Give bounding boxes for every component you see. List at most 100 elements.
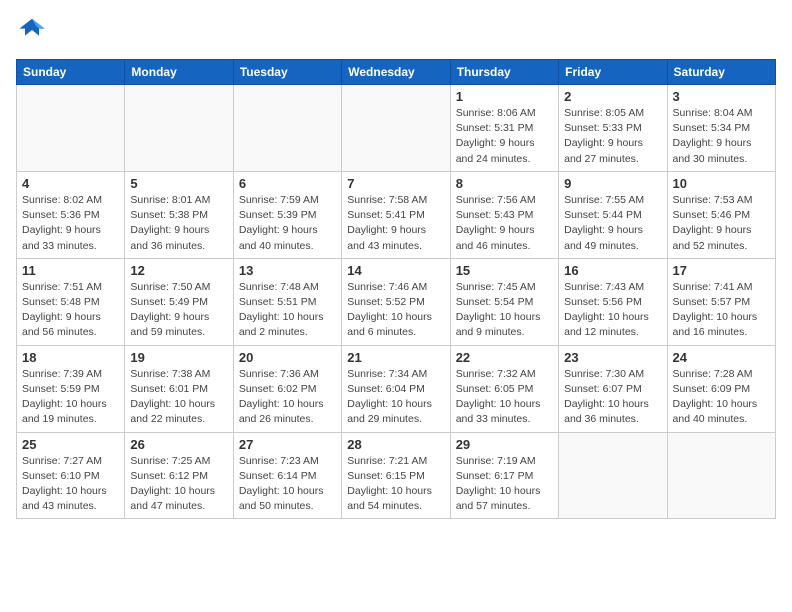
calendar-table: SundayMondayTuesdayWednesdayThursdayFrid…: [16, 59, 776, 519]
calendar-cell: 9Sunrise: 7:55 AMSunset: 5:44 PMDaylight…: [559, 171, 667, 258]
page-header: [16, 16, 776, 49]
day-number: 21: [347, 350, 444, 365]
day-info: Sunrise: 8:02 AMSunset: 5:36 PMDaylight:…: [22, 193, 119, 254]
day-info: Sunrise: 7:32 AMSunset: 6:05 PMDaylight:…: [456, 367, 553, 428]
weekday-header-row: SundayMondayTuesdayWednesdayThursdayFrid…: [17, 60, 776, 85]
day-info: Sunrise: 7:27 AMSunset: 6:10 PMDaylight:…: [22, 454, 119, 515]
calendar-cell: 12 Sunrise: 7:50 AMSunset: 5:49 PMDayligh…: [125, 258, 233, 345]
day-number: 17: [673, 263, 770, 278]
week-row-2: 4Sunrise: 8:02 AMSunset: 5:36 PMDaylight…: [17, 171, 776, 258]
calendar-cell: [559, 432, 667, 519]
calendar-cell: 24 Sunrise: 7:28 AMSunset: 6:09 PMDayligh…: [667, 345, 775, 432]
day-info: Sunrise: 8:06 AMSunset: 5:31 PMDaylight:…: [456, 106, 553, 167]
day-number: 5: [130, 176, 227, 191]
day-number: 29: [456, 437, 553, 452]
day-number: 11: [22, 263, 119, 278]
calendar-body: 1Sunrise: 8:06 AMSunset: 5:31 PMDaylight…: [17, 85, 776, 519]
day-info: Sunrise: 7:41 AMSunset: 5:57 PMDaylight:…: [673, 280, 770, 341]
calendar-cell: 5 Sunrise: 8:01 AMSunset: 5:38 PMDaylight…: [125, 171, 233, 258]
calendar-cell: 17 Sunrise: 7:41 AMSunset: 5:57 PMDayligh…: [667, 258, 775, 345]
day-number: 18: [22, 350, 119, 365]
day-info: Sunrise: 7:50 AMSunset: 5:49 PMDaylight:…: [130, 280, 227, 341]
calendar-cell: [233, 85, 341, 172]
day-info: Sunrise: 7:56 AMSunset: 5:43 PMDaylight:…: [456, 193, 553, 254]
day-info: Sunrise: 7:28 AMSunset: 6:09 PMDaylight:…: [673, 367, 770, 428]
day-number: 20: [239, 350, 336, 365]
day-number: 24: [673, 350, 770, 365]
day-number: 25: [22, 437, 119, 452]
calendar-cell: 22 Sunrise: 7:32 AMSunset: 6:05 PMDayligh…: [450, 345, 558, 432]
calendar-cell: [17, 85, 125, 172]
calendar-cell: 8 Sunrise: 7:56 AMSunset: 5:43 PMDaylight…: [450, 171, 558, 258]
day-number: 27: [239, 437, 336, 452]
day-info: Sunrise: 8:05 AMSunset: 5:33 PMDaylight:…: [564, 106, 661, 167]
day-info: Sunrise: 8:01 AMSunset: 5:38 PMDaylight:…: [130, 193, 227, 254]
calendar-cell: 19Sunrise: 7:38 AMSunset: 6:01 PMDayligh…: [125, 345, 233, 432]
day-info: Sunrise: 7:19 AMSunset: 6:17 PMDaylight:…: [456, 454, 553, 515]
calendar-cell: 20 Sunrise: 7:36 AMSunset: 6:02 PMDayligh…: [233, 345, 341, 432]
calendar-cell: 3 Sunrise: 8:04 AMSunset: 5:34 PMDaylight…: [667, 85, 775, 172]
calendar-cell: 27Sunrise: 7:23 AMSunset: 6:14 PMDayligh…: [233, 432, 341, 519]
day-number: 10: [673, 176, 770, 191]
day-info: Sunrise: 7:45 AMSunset: 5:54 PMDaylight:…: [456, 280, 553, 341]
day-info: Sunrise: 7:21 AMSunset: 6:15 PMDaylight:…: [347, 454, 444, 515]
day-info: Sunrise: 7:25 AMSunset: 6:12 PMDaylight:…: [130, 454, 227, 515]
week-row-3: 11 Sunrise: 7:51 AMSunset: 5:48 PMDayligh…: [17, 258, 776, 345]
weekday-header-monday: Monday: [125, 60, 233, 85]
calendar-cell: 6 Sunrise: 7:59 AMSunset: 5:39 PMDaylight…: [233, 171, 341, 258]
day-info: Sunrise: 7:30 AMSunset: 6:07 PMDaylight:…: [564, 367, 661, 428]
day-number: 15: [456, 263, 553, 278]
weekday-header-friday: Friday: [559, 60, 667, 85]
day-number: 22: [456, 350, 553, 365]
day-info: Sunrise: 7:46 AMSunset: 5:52 PMDaylight:…: [347, 280, 444, 341]
calendar-cell: 15 Sunrise: 7:45 AMSunset: 5:54 PMDayligh…: [450, 258, 558, 345]
calendar-cell: 25 Sunrise: 7:27 AMSunset: 6:10 PMDayligh…: [17, 432, 125, 519]
calendar-cell: 2 Sunrise: 8:05 AMSunset: 5:33 PMDaylight…: [559, 85, 667, 172]
day-number: 16: [564, 263, 661, 278]
weekday-header-wednesday: Wednesday: [342, 60, 450, 85]
day-number: 2: [564, 89, 661, 104]
day-info: Sunrise: 8:04 AMSunset: 5:34 PMDaylight:…: [673, 106, 770, 167]
day-info: Sunrise: 7:53 AMSunset: 5:46 PMDaylight:…: [673, 193, 770, 254]
day-number: 8: [456, 176, 553, 191]
weekday-header-thursday: Thursday: [450, 60, 558, 85]
week-row-4: 18 Sunrise: 7:39 AMSunset: 5:59 PMDayligh…: [17, 345, 776, 432]
calendar-cell: 14 Sunrise: 7:46 AMSunset: 5:52 PMDayligh…: [342, 258, 450, 345]
logo-bird-icon: [18, 16, 46, 44]
day-number: 7: [347, 176, 444, 191]
calendar-cell: 10 Sunrise: 7:53 AMSunset: 5:46 PMDayligh…: [667, 171, 775, 258]
day-info: Sunrise: 7:36 AMSunset: 6:02 PMDaylight:…: [239, 367, 336, 428]
day-info: Sunrise: 7:43 AMSunset: 5:56 PMDaylight:…: [564, 280, 661, 341]
calendar-cell: 29 Sunrise: 7:19 AMSunset: 6:17 PMDayligh…: [450, 432, 558, 519]
calendar-cell: 18 Sunrise: 7:39 AMSunset: 5:59 PMDayligh…: [17, 345, 125, 432]
day-number: 26: [130, 437, 227, 452]
day-info: Sunrise: 7:51 AMSunset: 5:48 PMDaylight:…: [22, 280, 119, 341]
calendar-cell: 1Sunrise: 8:06 AMSunset: 5:31 PMDaylight…: [450, 85, 558, 172]
calendar-cell: 16 Sunrise: 7:43 AMSunset: 5:56 PMDayligh…: [559, 258, 667, 345]
calendar-cell: 11 Sunrise: 7:51 AMSunset: 5:48 PMDayligh…: [17, 258, 125, 345]
calendar-header: SundayMondayTuesdayWednesdayThursdayFrid…: [17, 60, 776, 85]
day-number: 6: [239, 176, 336, 191]
calendar-cell: [342, 85, 450, 172]
weekday-header-sunday: Sunday: [17, 60, 125, 85]
weekday-header-tuesday: Tuesday: [233, 60, 341, 85]
calendar-cell: 23Sunrise: 7:30 AMSunset: 6:07 PMDayligh…: [559, 345, 667, 432]
day-info: Sunrise: 7:38 AMSunset: 6:01 PMDaylight:…: [130, 367, 227, 428]
calendar-cell: [125, 85, 233, 172]
calendar-cell: 26 Sunrise: 7:25 AMSunset: 6:12 PMDayligh…: [125, 432, 233, 519]
calendar-cell: 7 Sunrise: 7:58 AMSunset: 5:41 PMDaylight…: [342, 171, 450, 258]
day-info: Sunrise: 7:34 AMSunset: 6:04 PMDaylight:…: [347, 367, 444, 428]
day-info: Sunrise: 7:58 AMSunset: 5:41 PMDaylight:…: [347, 193, 444, 254]
day-number: 14: [347, 263, 444, 278]
logo: [16, 16, 50, 49]
week-row-1: 1Sunrise: 8:06 AMSunset: 5:31 PMDaylight…: [17, 85, 776, 172]
calendar-cell: 21 Sunrise: 7:34 AMSunset: 6:04 PMDayligh…: [342, 345, 450, 432]
calendar-cell: 4Sunrise: 8:02 AMSunset: 5:36 PMDaylight…: [17, 171, 125, 258]
day-info: Sunrise: 7:39 AMSunset: 5:59 PMDaylight:…: [22, 367, 119, 428]
day-number: 3: [673, 89, 770, 104]
day-number: 9: [564, 176, 661, 191]
day-number: 28: [347, 437, 444, 452]
week-row-5: 25 Sunrise: 7:27 AMSunset: 6:10 PMDayligh…: [17, 432, 776, 519]
day-info: Sunrise: 7:59 AMSunset: 5:39 PMDaylight:…: [239, 193, 336, 254]
day-number: 12: [130, 263, 227, 278]
